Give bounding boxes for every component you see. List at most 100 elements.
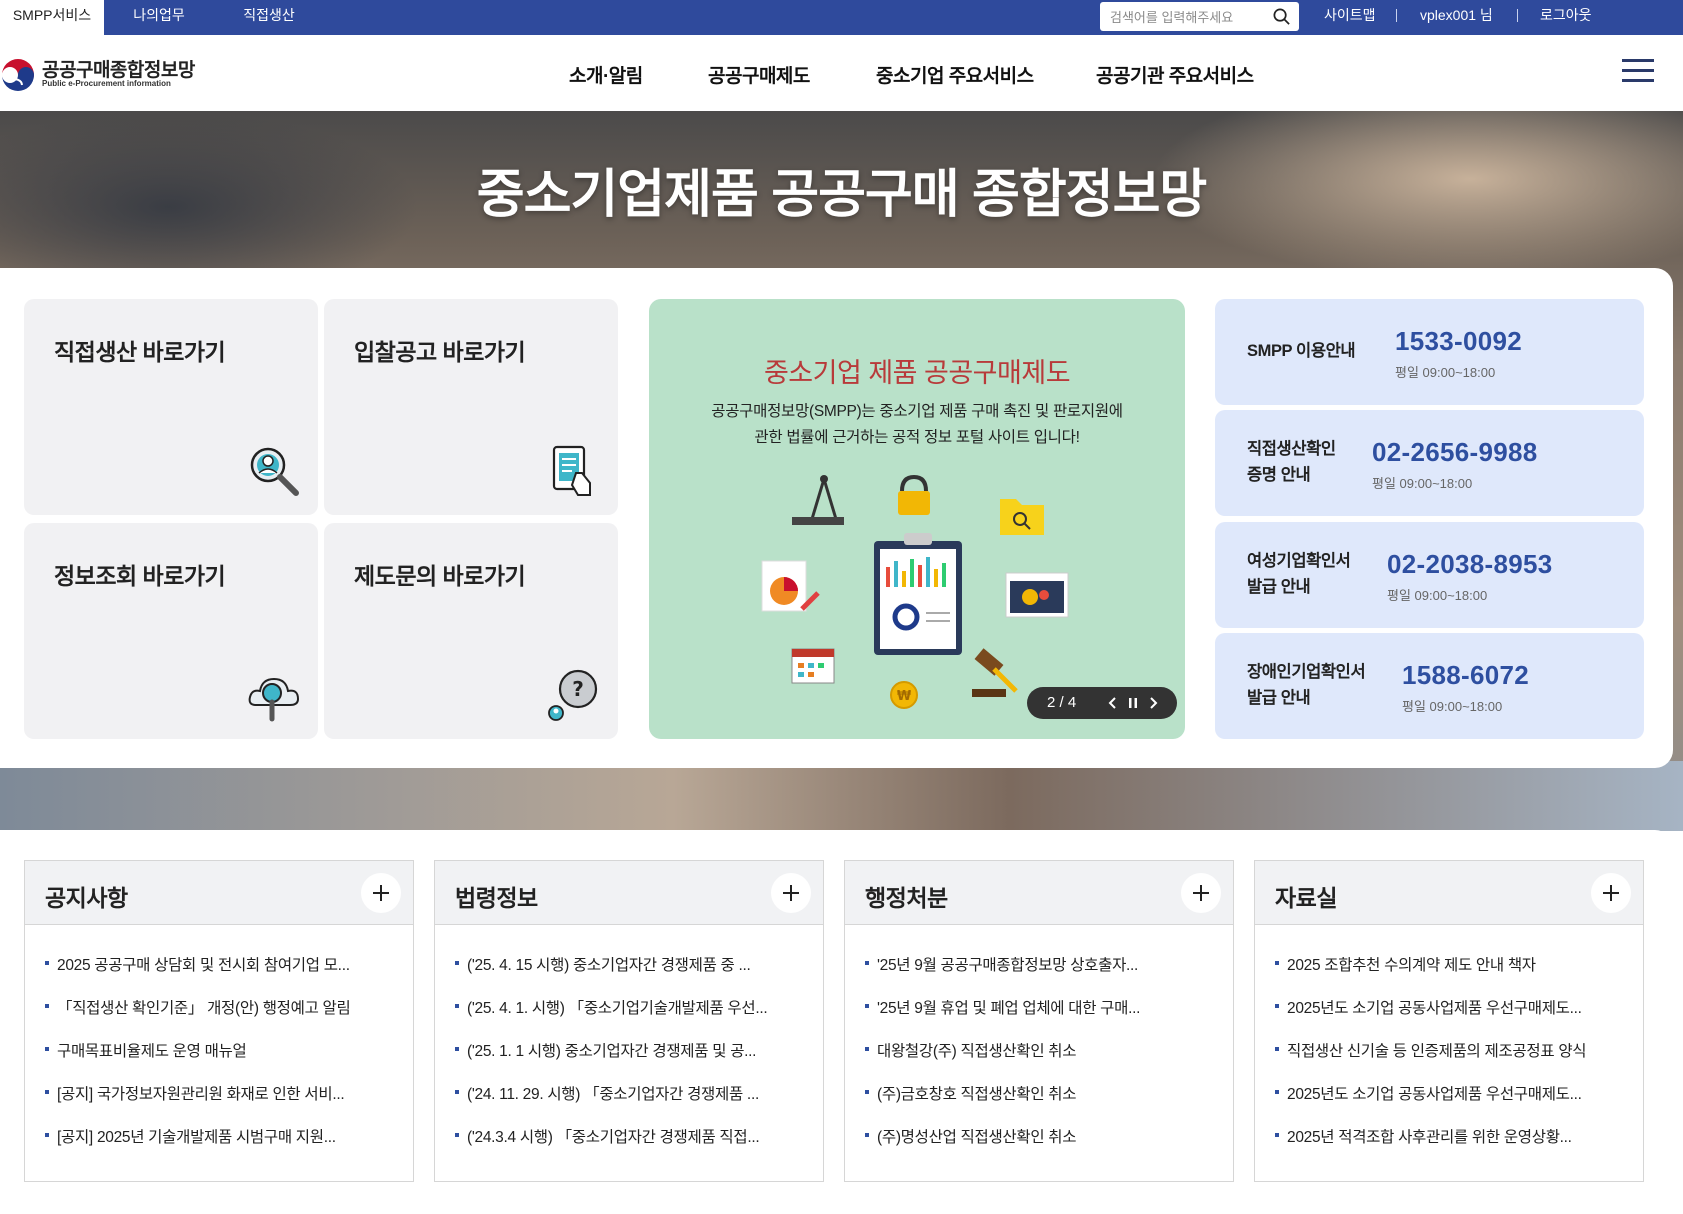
quick-link-policy-question[interactable]: 제도문의 바로가기 ?: [324, 523, 618, 739]
contact-hours: 평일 09:00~18:00: [1395, 365, 1496, 380]
board-header: 자료실: [1255, 861, 1643, 925]
nav-intro-notice[interactable]: 소개·알림: [569, 61, 643, 88]
list-item[interactable]: ('25. 4. 15 시행) 중소기업자간 경쟁제품 중 ...: [455, 953, 767, 996]
banner-title: 중소기업 제품 공공구매제도: [763, 358, 1071, 388]
contact-hours: 평일 09:00~18:00: [1387, 588, 1488, 603]
nav-agency-services[interactable]: 공공기관 주요서비스: [1096, 61, 1254, 88]
more-plus-icon[interactable]: [1591, 873, 1631, 913]
quick-link-label: 입찰공고 바로가기: [354, 339, 526, 365]
board-list: 2025 조합추천 수의계약 제도 안내 책자 2025년도 소기업 공동사업제…: [1275, 953, 1587, 1168]
menu-icon[interactable]: [1622, 57, 1654, 85]
logo-subtitle: Public e-Procurement information: [42, 79, 171, 88]
search-input[interactable]: [1110, 6, 1270, 28]
board-list: '25년 9월 공공구매종합정보망 상호출자... '25년 9월 휴업 및 폐…: [865, 953, 1140, 1168]
contact-label: 직접생산확인 증명 안내: [1247, 440, 1336, 484]
more-plus-icon[interactable]: [771, 873, 811, 913]
chevron-left-icon[interactable]: [1105, 695, 1121, 711]
contact-phone: 1533-0092: [1395, 326, 1523, 356]
procurement-illustration: ₩: [761, 474, 1069, 709]
contact-card-direct-production[interactable]: 직접생산확인 증명 안내 02-2656-9988 평일 09:00~18:00: [1215, 410, 1644, 516]
list-item[interactable]: 2025년 적격조합 사후관리를 위한 운영상황...: [1275, 1125, 1586, 1168]
list-item[interactable]: 구매목표비율제도 운영 매뉴얼: [45, 1039, 350, 1082]
board-header: 법령정보: [435, 861, 823, 925]
user-name[interactable]: vplex001 님: [1420, 0, 1493, 30]
list-item[interactable]: '25년 9월 공공구매종합정보망 상호출자...: [865, 953, 1140, 996]
list-item[interactable]: ('25. 1. 1 시행) 중소기업자간 경쟁제품 및 공...: [455, 1039, 767, 1082]
divider: [1517, 9, 1518, 22]
list-item[interactable]: 2025년도 소기업 공동사업제품 우선구매제도...: [1275, 996, 1586, 1039]
question-chat-icon: ?: [548, 669, 598, 721]
tab-my-work[interactable]: 나의업무: [104, 0, 214, 35]
contact-card-smpp[interactable]: SMPP 이용안내 1533-0092 평일 09:00~18:00: [1215, 299, 1644, 405]
board-archive: 자료실 2025 조합추천 수의계약 제도 안내 책자 2025년도 소기업 공…: [1254, 860, 1644, 1182]
list-item[interactable]: 대왕철강(주) 직접생산확인 취소: [865, 1039, 1140, 1082]
board-title[interactable]: 자료실: [1275, 879, 1337, 913]
board-title[interactable]: 법령정보: [455, 879, 538, 913]
utility-bar: SMPP서비스 나의업무 직접생산 사이트맵 vplex001 님 로그아웃: [0, 0, 1683, 35]
more-plus-icon[interactable]: [361, 873, 401, 913]
logout-link[interactable]: 로그아웃: [1540, 0, 1592, 30]
quick-link-label: 정보조회 바로가기: [54, 563, 226, 589]
list-item[interactable]: 「직접생산 확인기준」 개정(안) 행정예고 알림: [45, 996, 351, 1039]
contact-phone: 02-2038-8953: [1387, 549, 1553, 579]
quick-link-bid-notice[interactable]: 입찰공고 바로가기: [324, 299, 618, 515]
taegeuk-logo-icon[interactable]: [0, 55, 36, 95]
divider: [1396, 9, 1397, 22]
list-item[interactable]: 직접생산 신기술 등 인증제품의 제조공정표 양식: [1275, 1039, 1587, 1082]
board-list: 2025 공공구매 상담회 및 전시회 참여기업 모... 「직접생산 확인기준…: [45, 953, 351, 1168]
board-title[interactable]: 공지사항: [45, 879, 128, 913]
banner-pager: 2 / 4: [1027, 687, 1177, 719]
contact-hours: 평일 09:00~18:00: [1402, 699, 1503, 714]
question-mark: ?: [572, 677, 584, 701]
won-symbol: ₩: [897, 689, 912, 704]
contact-label: SMPP 이용안내: [1247, 342, 1356, 360]
nav-sme-services[interactable]: 중소기업 주요서비스: [876, 61, 1034, 88]
list-item[interactable]: (주)금호창호 직접생산확인 취소: [865, 1082, 1140, 1125]
sitemap-link[interactable]: 사이트맵: [1324, 0, 1376, 30]
page-indicator: 2 / 4: [1047, 694, 1077, 711]
list-item[interactable]: 2025 조합추천 수의계약 제도 안내 책자: [1275, 953, 1586, 996]
cloud-search-icon: [248, 677, 300, 722]
list-item[interactable]: ('24. 11. 29. 시행) 「중소기업자간 경쟁제품 ...: [455, 1082, 767, 1125]
more-plus-icon[interactable]: [1181, 873, 1221, 913]
hero-title: 중소기업제품 공공구매 종합정보망: [476, 166, 1208, 224]
contact-phone: 02-2656-9988: [1372, 437, 1538, 467]
magnifier-person-icon: [250, 447, 299, 496]
pause-icon[interactable]: [1125, 695, 1141, 711]
contact-hours: 평일 09:00~18:00: [1372, 476, 1473, 491]
tablet-document-icon: [552, 445, 591, 496]
board-title[interactable]: 행정처분: [865, 879, 948, 913]
site-header: 공공구매종합정보망 Public e-Procurement informati…: [0, 35, 1683, 111]
promo-banner[interactable]: 중소기업 제품 공공구매제도 공공구매정보망(SMPP)는 중소기업 제품 구매…: [649, 299, 1185, 739]
board-laws: 법령정보 ('25. 4. 15 시행) 중소기업자간 경쟁제품 중 ... (…: [434, 860, 824, 1182]
tab-direct-production[interactable]: 직접생산: [214, 0, 324, 35]
contact-label: 장애인기업확인서 발급 안내: [1247, 663, 1366, 707]
board-header: 공지사항: [25, 861, 413, 925]
nav-procurement-system[interactable]: 공공구매제도: [708, 61, 810, 88]
list-item[interactable]: '25년 9월 휴업 및 폐업 업체에 대한 구매...: [865, 996, 1140, 1039]
board-admin-disposition: 행정처분 '25년 9월 공공구매종합정보망 상호출자... '25년 9월 휴…: [844, 860, 1234, 1182]
quick-link-info-inquiry[interactable]: 정보조회 바로가기: [24, 523, 318, 739]
contact-card-women-enterprise[interactable]: 여성기업확인서 발급 안내 02-2038-8953 평일 09:00~18:00: [1215, 522, 1644, 628]
list-item[interactable]: (주)명성산업 직접생산확인 취소: [865, 1125, 1140, 1168]
board-list: ('25. 4. 15 시행) 중소기업자간 경쟁제품 중 ... ('25. …: [455, 953, 768, 1168]
quick-link-label: 직접생산 바로가기: [54, 339, 226, 365]
list-item[interactable]: ('25. 4. 1. 시행) 「중소기업기술개발제품 우선...: [455, 996, 768, 1039]
search-icon[interactable]: [1272, 7, 1291, 26]
list-item[interactable]: 2025년도 소기업 공동사업제품 우선구매제도...: [1275, 1082, 1586, 1125]
list-item[interactable]: [공지] 2025년 기술개발제품 시범구매 지원...: [45, 1125, 350, 1168]
banner-description: 공공구매정보망(SMPP)는 중소기업 제품 구매 촉진 및 판로지원에 관한 …: [711, 403, 1123, 446]
list-item[interactable]: 2025 공공구매 상담회 및 전시회 참여기업 모...: [45, 953, 350, 996]
list-item[interactable]: ('24.3.4 시행) 「중소기업자간 경쟁제품 직접...: [455, 1125, 767, 1168]
search-box: [1100, 2, 1299, 31]
contact-card-disabled-enterprise[interactable]: 장애인기업확인서 발급 안내 1588-6072 평일 09:00~18:00: [1215, 633, 1644, 739]
quick-link-direct-production[interactable]: 직접생산 바로가기: [24, 299, 318, 515]
board-notice: 공지사항 2025 공공구매 상담회 및 전시회 참여기업 모... 「직접생산…: [24, 860, 414, 1182]
logo-title[interactable]: 공공구매종합정보망: [42, 55, 195, 82]
contact-label: 여성기업확인서 발급 안내: [1247, 552, 1351, 596]
chevron-right-icon[interactable]: [1145, 695, 1161, 711]
list-item[interactable]: [공지] 국가정보자원관리원 화재로 인한 서비...: [45, 1082, 350, 1125]
tab-smpp-service[interactable]: SMPP서비스: [0, 0, 104, 35]
board-header: 행정처분: [845, 861, 1233, 925]
contact-phone: 1588-6072: [1402, 660, 1530, 690]
